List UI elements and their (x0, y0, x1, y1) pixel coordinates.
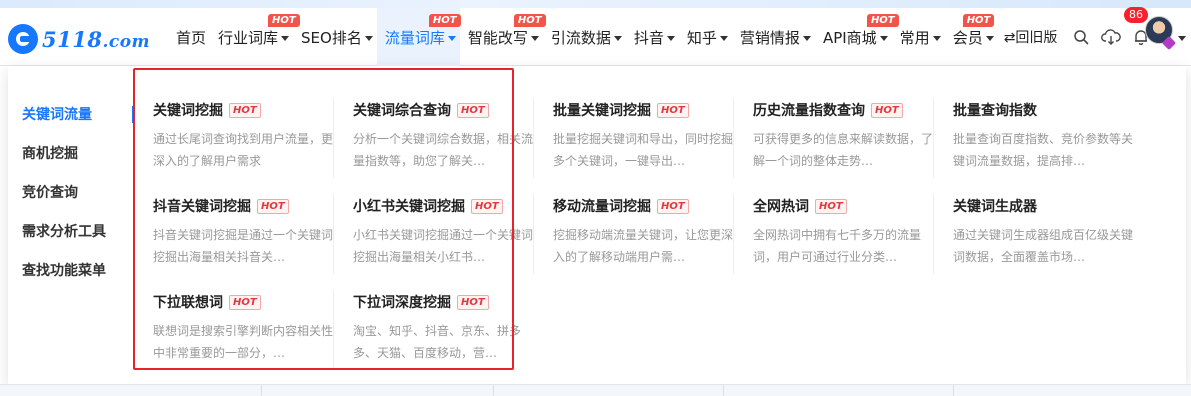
chevron-down-icon (530, 35, 539, 41)
card-title: 批量查询指数 (953, 103, 1037, 119)
chevron-down-icon (879, 35, 888, 41)
chevron-down-icon (364, 35, 373, 41)
card-description: 批量挖掘关键词和导出，同时挖掘多个关键词，一键导出… (553, 132, 734, 168)
hot-badge: HOT (657, 102, 689, 118)
cloud-download-icon[interactable] (1097, 23, 1125, 51)
card-description: 批量查询百度指数、竞价参数等关键词流量数据，提高排… (953, 132, 1134, 168)
top-header: 5118.com 首页 行业词库 HOT SEO排名 流量词库 HOT 智能改写 HO… (0, 8, 1191, 66)
card-mobile-traffic-mining[interactable]: 移动流量词挖掘 HOT 挖掘移动端流量关键词，让您更深入的了解移动端用户需… (553, 196, 743, 268)
nav-traffic-data[interactable]: 引流数据 (543, 8, 626, 66)
chevron-down-icon (666, 35, 675, 41)
nav-zhihu[interactable]: 知乎 (679, 8, 732, 66)
card-description: 挖掘移动端流量关键词，让您更深入的了解移动端用户需… (553, 228, 734, 264)
chevron-down-icon (932, 35, 941, 41)
nav-membership[interactable]: 会员 HOT (945, 8, 998, 66)
card-batch-keyword-mining[interactable]: 批量关键词挖掘 HOT 批量挖掘关键词和导出，同时挖掘多个关键词，一键导出… (553, 100, 743, 172)
card-trending-words[interactable]: 全网热词 HOT 全网热词中拥有七千多万的流量词，用户可通过行业分类… (753, 196, 943, 268)
card-title: 批量关键词挖掘 (553, 103, 651, 119)
logo-text-main: 5118 (42, 26, 103, 52)
back-to-old-version-link[interactable]: ⇄回旧版 (998, 27, 1058, 47)
notification-count-badge: 86 (1124, 7, 1148, 23)
chevron-down-icon (447, 35, 456, 41)
top-banner-strip (0, 0, 1191, 8)
logo-text-suffix: .com (102, 31, 151, 52)
hot-badge: HOT (962, 14, 995, 27)
card-history-index-query[interactable]: 历史流量指数查询 HOT 可获得更多的信息来解读数据，了解一个词的整体走势… (753, 100, 943, 172)
nav-traffic-words[interactable]: 流量词库 HOT (376, 8, 461, 66)
nav-smart-rewrite[interactable]: 智能改写 HOT (460, 8, 546, 66)
sidebar-item-keyword-traffic[interactable]: 关键词流量 (22, 94, 135, 133)
sidebar-item-find-menu[interactable]: 查找功能菜单 (22, 250, 132, 289)
table-header-peek (0, 384, 1191, 396)
card-title: 关键词生成器 (953, 199, 1037, 215)
hot-badge: HOT (513, 14, 546, 27)
main-nav: 首页 行业词库 HOT SEO排名 流量词库 HOT 智能改写 HOT 引流数据 抖音… (168, 8, 1057, 66)
dropdown-sidebar: 关键词流量 商机挖掘 竞价查询 需求分析工具 查找功能菜单 (22, 94, 135, 289)
hot-badge: HOT (428, 14, 461, 27)
sidebar-item-business-mining[interactable]: 商机挖掘 (22, 133, 132, 172)
card-title: 全网热词 (753, 199, 809, 215)
card-batch-index-query[interactable]: 批量查询指数 批量查询百度指数、竞价参数等关键词流量数据，提高排… (953, 100, 1143, 172)
search-icon[interactable] (1067, 23, 1095, 51)
card-keyword-generator[interactable]: 关键词生成器 通过关键词生成器组成百亿级关键词数据，全面覆盖市场… (953, 196, 1143, 268)
sidebar-item-demand-analysis[interactable]: 需求分析工具 (22, 211, 132, 250)
card-description: 全网热词中拥有七千多万的流量词，用户可通过行业分类… (753, 228, 922, 264)
nav-industry-words[interactable]: 行业词库 HOT (210, 8, 300, 66)
hot-badge: HOT (815, 198, 847, 214)
chevron-down-icon (985, 35, 994, 41)
nav-home[interactable]: 首页 (168, 8, 210, 66)
nav-seo-rank[interactable]: SEO排名 (293, 8, 377, 66)
nav-douyin[interactable]: 抖音 (626, 8, 679, 66)
hot-badge: HOT (871, 102, 903, 118)
annotation-highlight-box (133, 68, 514, 370)
hot-badge: HOT (657, 198, 689, 214)
site-logo[interactable]: 5118.com (8, 23, 150, 55)
chevron-down-icon (802, 35, 811, 41)
nav-api-mall[interactable]: API商城 HOT (815, 8, 899, 66)
card-title: 移动流量词挖掘 (553, 199, 651, 215)
chevron-down-icon (613, 35, 622, 41)
chevron-down-icon[interactable] (1178, 36, 1186, 41)
card-description: 通过关键词生成器组成百亿级关键词数据，全面覆盖市场… (953, 228, 1134, 264)
nav-marketing-intel[interactable]: 营销情报 (732, 8, 815, 66)
chevron-down-icon (281, 35, 290, 41)
sidebar-item-bid-query[interactable]: 竞价查询 (22, 172, 132, 211)
chevron-down-icon (719, 35, 728, 41)
logo-s-icon (8, 24, 38, 54)
card-title: 历史流量指数查询 (753, 103, 865, 119)
card-description: 可获得更多的信息来解读数据，了解一个词的整体走势… (753, 132, 934, 168)
nav-common[interactable]: 常用 (892, 8, 945, 66)
